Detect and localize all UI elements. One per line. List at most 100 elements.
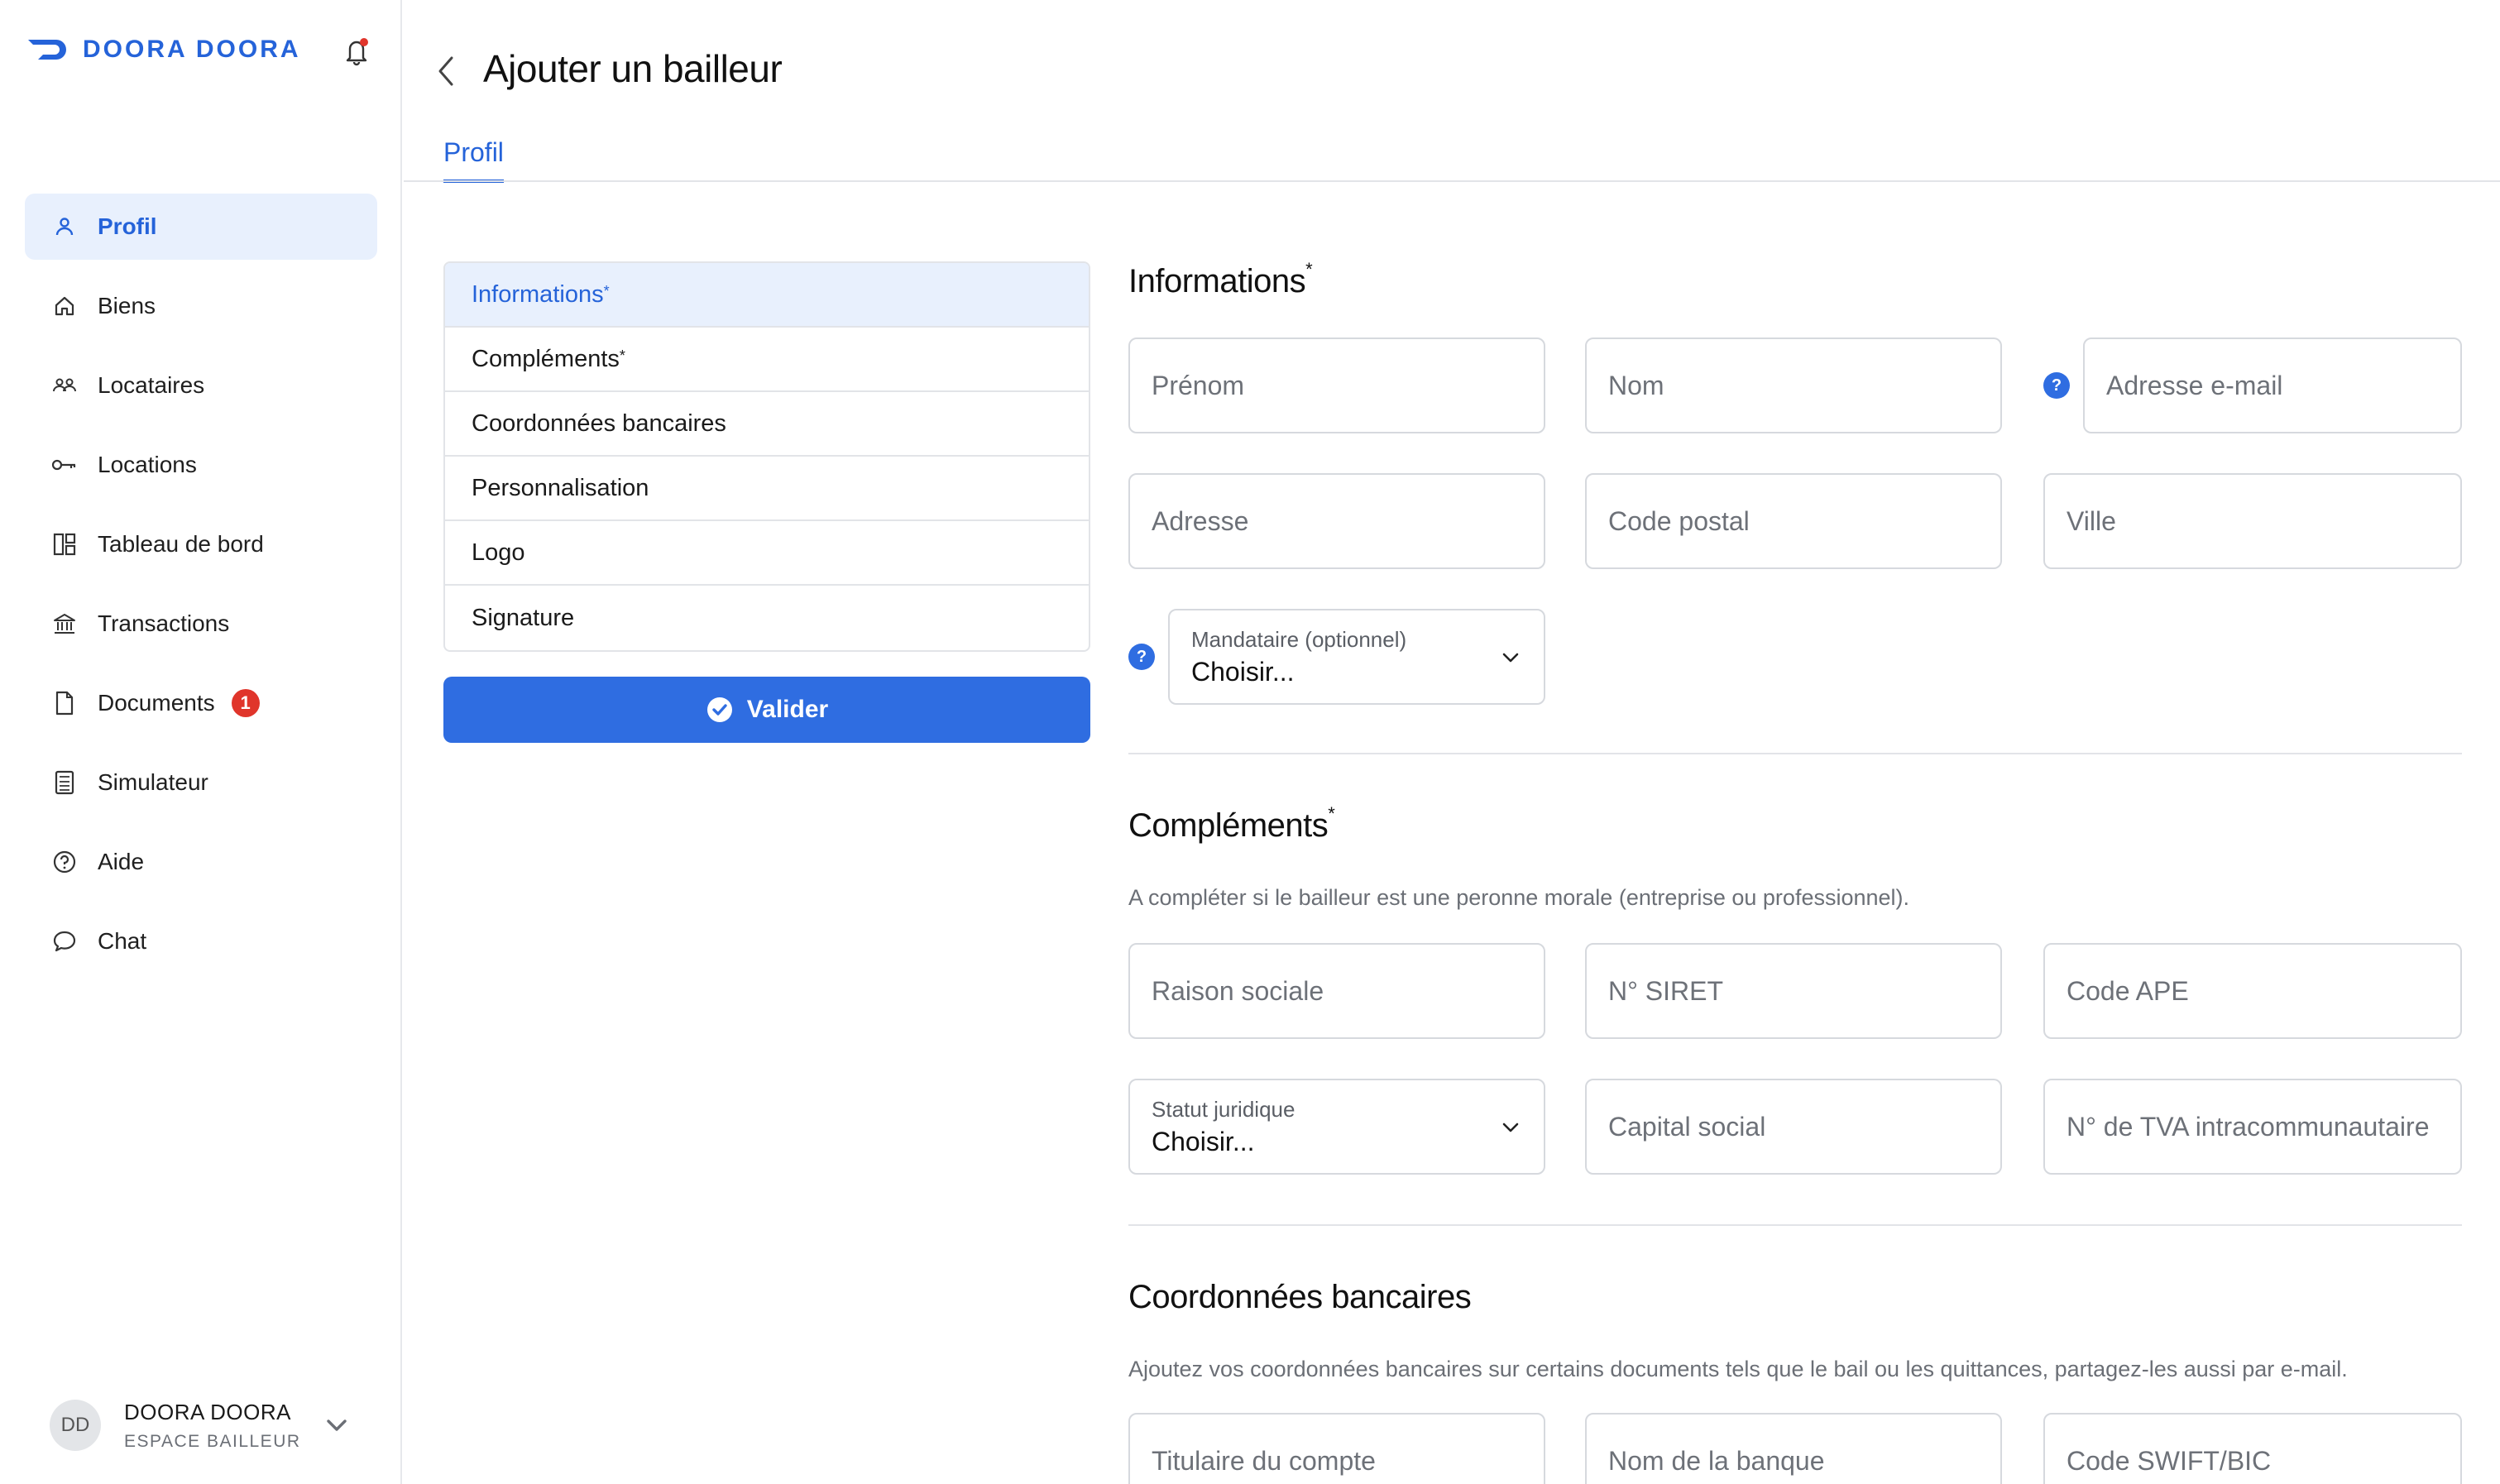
sidebar-item-chat[interactable]: Chat <box>25 908 377 974</box>
sidebar-item-locataires[interactable]: Locataires <box>25 352 377 419</box>
tab-profil[interactable]: Profil <box>443 137 504 183</box>
bancaires-description: Ajoutez vos coordonnées bancaires sur ce… <box>1128 1357 2348 1381</box>
postal-code-field[interactable] <box>1585 473 2002 569</box>
address-input[interactable] <box>1130 475 1544 567</box>
siret-field[interactable] <box>1585 943 2002 1039</box>
bank-icon <box>51 610 78 637</box>
page-title: Ajouter un bailleur <box>483 47 783 90</box>
titulaire-field[interactable] <box>1128 1413 1545 1484</box>
help-circle-icon <box>51 849 78 875</box>
swift-input[interactable] <box>2045 1415 2460 1484</box>
sidebar-item-locations[interactable]: Locations <box>25 432 377 498</box>
check-circle-icon <box>706 697 732 722</box>
section-title-complements: Compléments* <box>1128 802 1335 844</box>
chevron-down-icon <box>1502 1123 1519 1132</box>
user-name: DOORA DOORA <box>124 1399 291 1424</box>
sidebar-item-profil[interactable]: Profil <box>25 194 377 260</box>
brand-logo[interactable]: DOORA DOORA <box>26 33 301 66</box>
header-divider <box>404 180 2500 182</box>
capital-social-field[interactable] <box>1585 1079 2002 1175</box>
section-nav-logo[interactable]: Logo <box>445 521 1089 586</box>
chevron-down-icon <box>1502 653 1519 663</box>
notification-bell-icon[interactable] <box>342 36 371 66</box>
avatar: DD <box>50 1400 101 1451</box>
statut-juridique-label: Statut juridique <box>1152 1097 1295 1122</box>
lastname-input[interactable] <box>1587 339 2000 432</box>
chat-bubble-icon <box>51 928 78 955</box>
city-field[interactable] <box>2043 473 2462 569</box>
city-input[interactable] <box>2045 475 2460 567</box>
section-nav-coordonnees-bancaires[interactable]: Coordonnées bancaires <box>445 392 1089 457</box>
swift-field[interactable] <box>2043 1413 2462 1484</box>
raison-sociale-field[interactable] <box>1128 943 1545 1039</box>
banque-input[interactable] <box>1587 1415 2000 1484</box>
dashboard-icon <box>51 531 78 558</box>
mandataire-value: Choisir... <box>1191 657 1295 687</box>
user-menu[interactable]: DD DOORA DOORA ESPACE BAILLEUR <box>50 1396 364 1454</box>
sidebar-item-label: Aide <box>98 849 145 874</box>
section-nav-informations[interactable]: Informations * <box>445 263 1089 328</box>
statut-juridique-value: Choisir... <box>1152 1127 1255 1156</box>
firstname-input[interactable] <box>1130 339 1544 432</box>
sidebar-item-label: Transactions <box>98 610 230 636</box>
home-icon <box>51 293 78 319</box>
mandataire-label: Mandataire (optionnel) <box>1191 627 1407 652</box>
email-help-icon[interactable]: ? <box>2043 372 2070 399</box>
section-nav-complements[interactable]: Compléments * <box>445 328 1089 392</box>
sidebar-item-label: Locataires <box>98 372 205 398</box>
section-divider <box>1128 1224 2462 1226</box>
sidebar-item-label: Tableau de bord <box>98 531 264 557</box>
code-ape-input[interactable] <box>2045 945 2460 1037</box>
sidebar-item-documents[interactable]: Documents 1 <box>25 670 377 736</box>
mandataire-help-icon[interactable]: ? <box>1128 644 1155 670</box>
sidebar-item-label: Locations <box>98 452 197 477</box>
user-role: ESPACE BAILLEUR <box>124 1431 301 1451</box>
section-title-bancaires: Coordonnées bancaires <box>1128 1279 1472 1315</box>
sidebar-item-label: Biens <box>98 293 156 318</box>
brand-name: DOORA DOORA <box>83 36 301 63</box>
raison-sociale-input[interactable] <box>1130 945 1544 1037</box>
sidebar-item-transactions[interactable]: Transactions <box>25 591 377 657</box>
back-arrow-icon[interactable] <box>432 53 462 89</box>
siret-input[interactable] <box>1587 945 2000 1037</box>
section-nav-signature[interactable]: Signature <box>445 586 1089 650</box>
sidebar-item-biens[interactable]: Biens <box>25 273 377 339</box>
chevron-down-icon[interactable] <box>323 1413 351 1438</box>
sidebar-nav: Profil Biens Locataires Locations Tablea… <box>25 194 377 988</box>
sidebar-item-tableau-de-bord[interactable]: Tableau de bord <box>25 511 377 577</box>
sidebar-item-aide[interactable]: Aide <box>25 829 377 895</box>
sidebar-item-label: Simulateur <box>98 769 208 795</box>
section-nav-list: Informations * Compléments * Coordonnées b… <box>443 261 1090 652</box>
sidebar-item-simulateur[interactable]: Simulateur <box>25 749 377 816</box>
sidebar-item-label: Chat <box>98 928 147 954</box>
document-icon <box>51 690 78 716</box>
address-field[interactable] <box>1128 473 1545 569</box>
user-icon <box>51 213 78 240</box>
tva-field[interactable] <box>2043 1079 2462 1175</box>
email-field[interactable] <box>2083 337 2462 433</box>
lastname-field[interactable] <box>1585 337 2002 433</box>
capital-social-input[interactable] <box>1587 1080 2000 1173</box>
key-icon <box>51 452 78 478</box>
tva-input[interactable] <box>2045 1080 2460 1173</box>
calculator-icon <box>51 769 78 796</box>
users-icon <box>51 372 78 399</box>
valider-label: Valider <box>746 696 829 723</box>
firstname-field[interactable] <box>1128 337 1545 433</box>
titulaire-input[interactable] <box>1130 1415 1544 1484</box>
valider-button[interactable]: Valider <box>443 677 1090 743</box>
complements-description: A compléter si le bailleur est une peron… <box>1128 885 1910 910</box>
sidebar-item-label: Profil <box>98 213 157 239</box>
email-input[interactable] <box>2085 339 2460 432</box>
mandataire-select[interactable]: Mandataire (optionnel) Choisir... <box>1168 609 1545 705</box>
doora-logo-icon <box>28 40 66 60</box>
banque-field[interactable] <box>1585 1413 2002 1484</box>
section-divider <box>1128 753 2462 754</box>
statut-juridique-select[interactable]: Statut juridique Choisir... <box>1128 1079 1545 1175</box>
code-ape-field[interactable] <box>2043 943 2462 1039</box>
section-title-informations: Informations* <box>1128 258 1313 299</box>
postal-code-input[interactable] <box>1587 475 2000 567</box>
sidebar-item-label: Documents <box>98 690 215 716</box>
documents-count-badge: 1 <box>231 689 260 717</box>
section-nav-personnalisation[interactable]: Personnalisation <box>445 457 1089 521</box>
